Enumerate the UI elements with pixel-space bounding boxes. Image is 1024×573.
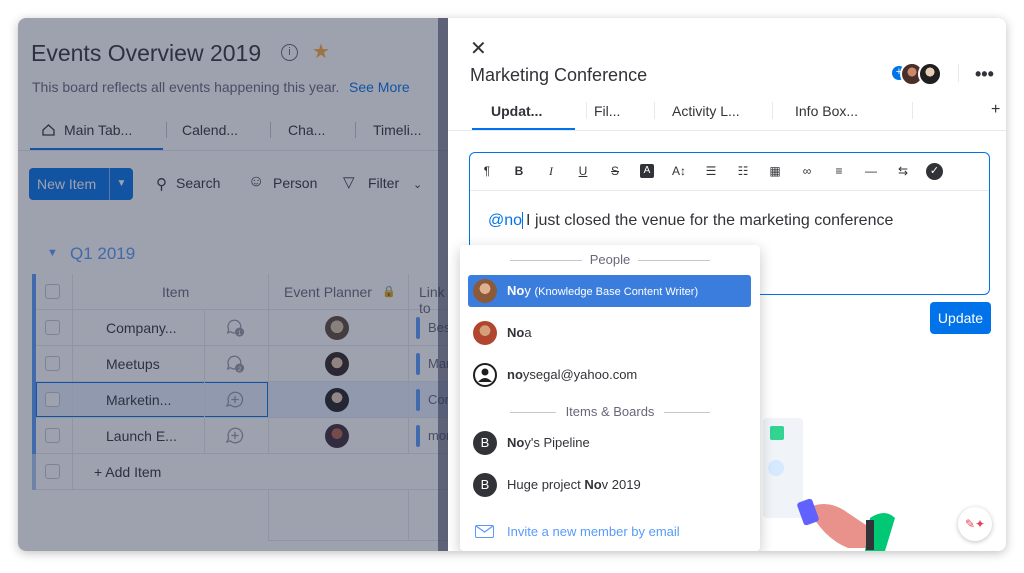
- option-label: noysegal@yahoo.com: [507, 367, 638, 382]
- avatar: [473, 321, 497, 345]
- header-separator: [958, 64, 959, 82]
- tab-separator: [654, 102, 655, 119]
- italic-icon[interactable]: I: [542, 164, 560, 179]
- close-icon[interactable]: ✕: [470, 36, 487, 61]
- mention-token: @no: [488, 212, 523, 229]
- envelope-icon: [475, 525, 494, 538]
- text-color-icon[interactable]: A: [640, 164, 654, 178]
- tab-separator: [772, 102, 773, 119]
- option-label: Noy's Pipeline: [507, 435, 590, 450]
- modal-backdrop[interactable]: [18, 18, 448, 551]
- section-line: [638, 260, 710, 261]
- direction-icon[interactable]: ⇆: [894, 164, 912, 178]
- tab-info-box[interactable]: Info Box...: [795, 103, 858, 119]
- editor-content[interactable]: @no I just closed the venue for the marke…: [488, 212, 893, 230]
- tab-files[interactable]: Fil...: [594, 103, 620, 119]
- tab-updates[interactable]: Updat...: [491, 103, 542, 119]
- underline-icon[interactable]: U: [574, 164, 592, 178]
- option-label: Huge project Nov 2019: [507, 477, 641, 492]
- strikethrough-icon[interactable]: S: [606, 164, 624, 178]
- people-section-header: People: [589, 252, 631, 267]
- link-icon[interactable]: ∞: [798, 164, 816, 178]
- default-avatar-icon: [473, 363, 497, 387]
- add-tab-button[interactable]: +: [991, 101, 1000, 119]
- mention-dropdown: People Noy (Knowledge Base Content Write…: [460, 245, 760, 551]
- panel-resize-handle[interactable]: [438, 18, 448, 551]
- bullet-list-icon[interactable]: ☷: [734, 164, 752, 178]
- formatting-toolbar: ¶ B I U S A A↕ ☰ ☷ ▦ ∞ ≡ — ⇆ ✓: [470, 153, 989, 191]
- ai-assistant-button[interactable]: ✎✦: [958, 507, 992, 541]
- mention-option-board[interactable]: B Huge project Nov 2019: [468, 469, 751, 501]
- tab-separator: [586, 102, 587, 119]
- app-window: Events Overview 2019 i ★ This board refl…: [18, 18, 1006, 551]
- board-badge-icon: B: [473, 473, 497, 497]
- option-subtitle: (Knowledge Base Content Writer): [534, 286, 699, 298]
- board-view: Events Overview 2019 i ★ This board refl…: [18, 18, 457, 551]
- option-label: Noy (Knowledge Base Content Writer): [507, 283, 699, 298]
- mention-option-noa[interactable]: Noa: [468, 317, 751, 349]
- invite-member-link[interactable]: Invite a new member by email: [507, 524, 680, 539]
- font-size-icon[interactable]: A↕: [670, 164, 688, 178]
- more-options-icon[interactable]: •••: [975, 64, 994, 85]
- panel-title[interactable]: Marketing Conference: [470, 65, 647, 86]
- board-badge-icon: B: [473, 431, 497, 455]
- tab-separator: [912, 102, 913, 119]
- mention-option-email[interactable]: noysegal@yahoo.com: [468, 359, 751, 391]
- checklist-icon[interactable]: ✓: [926, 163, 943, 180]
- tabs-divider: [448, 130, 1006, 131]
- items-section-header: Items & Boards: [565, 404, 655, 419]
- avatar: [473, 279, 497, 303]
- numbered-list-icon[interactable]: ☰: [702, 164, 720, 178]
- empty-state-illustration: [763, 418, 895, 551]
- text-caret: [522, 212, 524, 230]
- update-button[interactable]: Update: [930, 302, 991, 334]
- divider-line-icon[interactable]: —: [862, 164, 880, 178]
- align-icon[interactable]: ≡: [830, 164, 848, 178]
- option-label: Noa: [507, 325, 532, 340]
- table-icon[interactable]: ▦: [766, 164, 784, 178]
- bold-icon[interactable]: B: [510, 164, 528, 178]
- item-detail-panel: ✕ Marketing Conference + ••• Updat... Fi…: [448, 18, 1006, 551]
- paragraph-icon[interactable]: ¶: [478, 164, 496, 178]
- mention-option-board[interactable]: B Noy's Pipeline: [468, 427, 751, 459]
- section-line: [664, 412, 710, 413]
- tab-activity-log[interactable]: Activity L...: [672, 103, 740, 119]
- subscriber-avatar[interactable]: [918, 62, 942, 86]
- mention-option-noy[interactable]: Noy (Knowledge Base Content Writer): [468, 275, 751, 307]
- editor-text: I just closed the venue for the marketin…: [526, 212, 894, 229]
